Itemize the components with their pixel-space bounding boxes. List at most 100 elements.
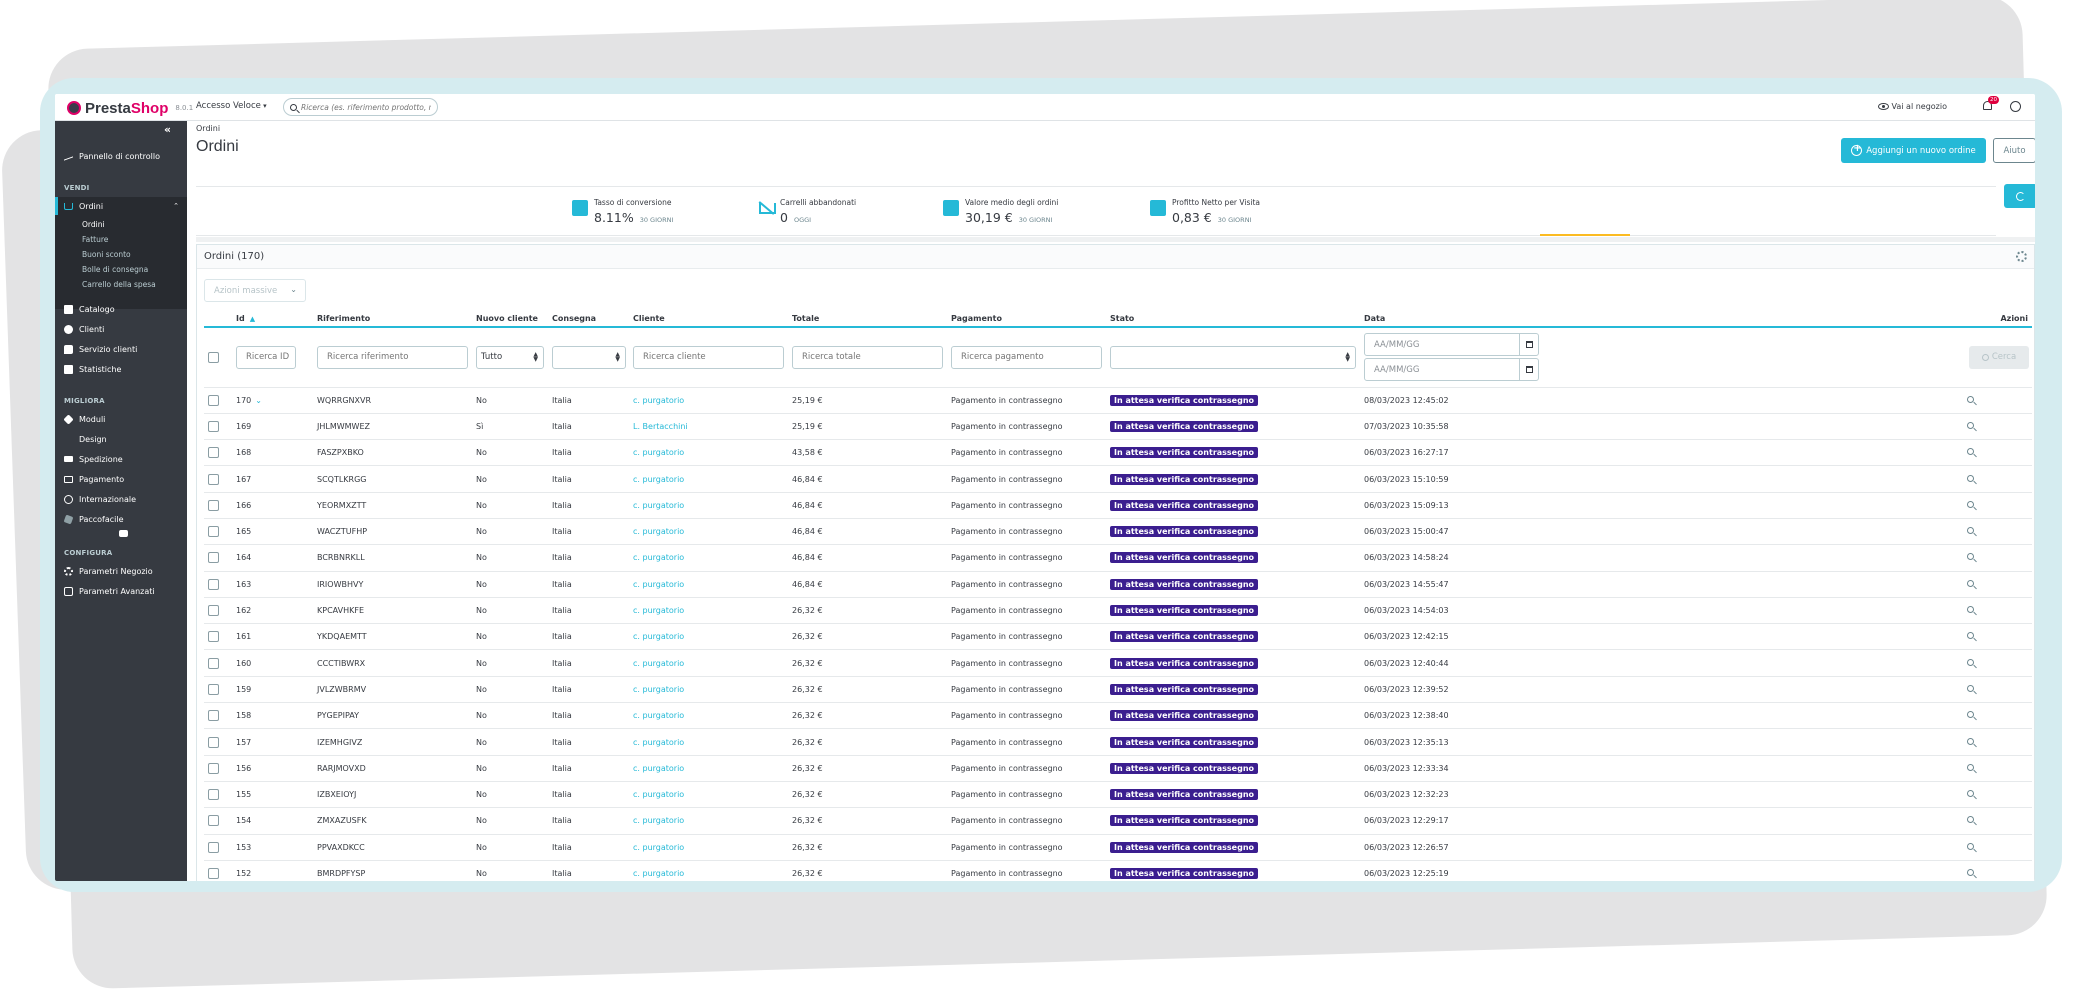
- column-customer[interactable]: Cliente: [631, 311, 790, 328]
- row-checkbox[interactable]: [208, 605, 219, 617]
- sidebar-item-stats[interactable]: Statistiche: [55, 360, 187, 378]
- sidebar-item-payment[interactable]: Pagamento: [55, 470, 187, 488]
- status-badge[interactable]: In attesa verifica contrassegno: [1110, 683, 1259, 695]
- status-badge[interactable]: In attesa verifica contrassegno: [1110, 499, 1259, 511]
- view-order-icon[interactable]: [1967, 658, 1974, 666]
- table-row[interactable]: 160 CCCTIBWRX No Italia c. purgatorio 26,32 €…: [204, 649, 2032, 677]
- table-row[interactable]: 164 BCRBNRKLL No Italia c. purgatorio 46,84 €…: [204, 544, 2032, 572]
- view-order-icon[interactable]: [1967, 474, 1974, 482]
- status-badge[interactable]: In attesa verifica contrassegno: [1110, 473, 1259, 485]
- view-order-icon[interactable]: [1967, 579, 1974, 587]
- sidebar-subitem-invoices[interactable]: Fatture: [82, 235, 108, 244]
- view-order-icon[interactable]: [1967, 606, 1974, 614]
- header-search[interactable]: [283, 98, 438, 116]
- status-badge[interactable]: In attesa verifica contrassegno: [1110, 657, 1259, 669]
- sidebar-item-catalog[interactable]: Catalogo: [55, 300, 187, 318]
- bulk-actions-button[interactable]: Azioni massive ⌄: [204, 279, 306, 302]
- table-row[interactable]: 170 ⌄ WQRRGNXVR No Italia c. purgatorio 25,19 …: [204, 387, 2032, 414]
- row-checkbox[interactable]: [208, 499, 219, 511]
- sidebar-subitem-delivery-slips[interactable]: Bolle di consegna: [82, 265, 148, 274]
- status-badge[interactable]: In attesa verifica contrassegno: [1110, 578, 1259, 590]
- status-badge[interactable]: In attesa verifica contrassegno: [1110, 762, 1259, 774]
- sidebar-item-shop-parameters[interactable]: Parametri Negozio: [55, 562, 187, 580]
- table-row[interactable]: 159 JVLZWBRMV No Italia c. purgatorio 26,32 €…: [204, 676, 2032, 704]
- column-new-client[interactable]: Nuovo cliente: [474, 311, 550, 328]
- table-row[interactable]: 154 ZMXAZUSFK No Italia c. purgatorio 26,32 €…: [204, 807, 2032, 835]
- customer-link[interactable]: c. purgatorio: [633, 659, 684, 668]
- customer-link[interactable]: c. purgatorio: [633, 790, 684, 799]
- status-badge[interactable]: In attesa verifica contrassegno: [1110, 552, 1259, 564]
- customer-link[interactable]: c. purgatorio: [633, 501, 684, 510]
- sidebar-item-design[interactable]: Design: [55, 430, 187, 537]
- add-new-order-button[interactable]: Aggiungi un nuovo ordine: [1841, 138, 1986, 163]
- table-row[interactable]: 165 WACZTUFHP No Italia c. purgatorio 46,84 €…: [204, 518, 2032, 546]
- view-order-icon[interactable]: [1967, 842, 1974, 850]
- column-reference[interactable]: Riferimento: [315, 311, 474, 328]
- row-checkbox[interactable]: [208, 394, 219, 406]
- sidebar-subitem-orders[interactable]: Ordini: [82, 220, 105, 229]
- row-checkbox[interactable]: [208, 762, 219, 774]
- row-checkbox[interactable]: [208, 683, 219, 695]
- status-badge[interactable]: In attesa verifica contrassegno: [1110, 867, 1259, 879]
- sidebar-subitem-carts[interactable]: Carrello della spesa: [82, 280, 156, 289]
- customer-link[interactable]: L. Bertacchini: [633, 422, 688, 431]
- view-order-icon[interactable]: [1967, 816, 1974, 824]
- chevron-down-icon[interactable]: ⌄: [255, 396, 262, 405]
- customer-link[interactable]: c. purgatorio: [633, 606, 684, 615]
- row-checkbox[interactable]: [208, 473, 219, 485]
- view-order-icon[interactable]: [1967, 395, 1974, 403]
- row-checkbox[interactable]: [208, 552, 219, 564]
- row-checkbox[interactable]: [208, 789, 219, 801]
- table-row[interactable]: 153 PPVAXDKCC No Italia c. purgatorio 26,32 €…: [204, 834, 2032, 861]
- view-order-icon[interactable]: [1967, 790, 1974, 798]
- row-checkbox[interactable]: [208, 578, 219, 590]
- header-search-input[interactable]: [301, 102, 431, 112]
- status-badge[interactable]: In attesa verifica contrassegno: [1110, 841, 1259, 853]
- table-row[interactable]: 157 IZEMHGIVZ No Italia c. purgatorio 26,32 €…: [204, 728, 2032, 756]
- sidebar-item-orders[interactable]: Ordini ⌃: [55, 197, 187, 215]
- row-checkbox[interactable]: [208, 526, 219, 538]
- customer-link[interactable]: c. purgatorio: [633, 475, 684, 484]
- sort-asc-icon[interactable]: ▲: [250, 315, 255, 323]
- column-status[interactable]: Stato: [1108, 311, 1362, 328]
- status-badge[interactable]: In attesa verifica contrassegno: [1110, 631, 1259, 643]
- filter-new-client-select[interactable]: Tutto ▲ ▼: [476, 345, 544, 369]
- filter-total-input[interactable]: [792, 345, 943, 369]
- sidebar-item-modules[interactable]: Moduli: [55, 410, 187, 428]
- row-checkbox[interactable]: [208, 841, 219, 853]
- view-shop-link[interactable]: Vai al negozio: [1877, 102, 1947, 111]
- view-order-icon[interactable]: [1967, 448, 1974, 456]
- row-checkbox[interactable]: [208, 447, 219, 459]
- table-row[interactable]: 158 PYGEPIPAY No Italia c. purgatorio 26,32 €…: [204, 702, 2032, 730]
- customer-link[interactable]: c. purgatorio: [633, 764, 684, 773]
- status-badge[interactable]: In attesa verifica contrassegno: [1110, 420, 1259, 432]
- calendar-button[interactable]: [1519, 334, 1538, 356]
- sidebar-item-customer-service[interactable]: Servizio clienti: [55, 340, 187, 358]
- table-row[interactable]: 152 BMRDPFYSP No Italia c. purgatorio 26,32 €…: [204, 860, 2032, 881]
- row-checkbox[interactable]: [208, 631, 219, 643]
- status-badge[interactable]: In attesa verifica contrassegno: [1110, 815, 1259, 827]
- row-checkbox[interactable]: [208, 736, 219, 748]
- customer-link[interactable]: c. purgatorio: [633, 632, 684, 641]
- view-order-icon[interactable]: [1967, 763, 1974, 771]
- view-order-icon[interactable]: [1967, 527, 1974, 535]
- status-badge[interactable]: In attesa verifica contrassegno: [1110, 710, 1259, 722]
- customer-link[interactable]: c. purgatorio: [633, 685, 684, 694]
- customer-link[interactable]: c. purgatorio: [633, 580, 684, 589]
- customer-link[interactable]: c. purgatorio: [633, 396, 684, 405]
- row-checkbox[interactable]: [208, 420, 219, 432]
- column-payment[interactable]: Pagamento: [949, 311, 1108, 328]
- customer-link[interactable]: c. purgatorio: [633, 843, 684, 852]
- breadcrumb[interactable]: Ordini: [196, 124, 220, 133]
- table-row[interactable]: 163 IRIOWBHVY No Italia c. purgatorio 46,84 €…: [204, 571, 2032, 598]
- calendar-button[interactable]: [1519, 359, 1538, 381]
- status-badge[interactable]: In attesa verifica contrassegno: [1110, 394, 1259, 406]
- customer-link[interactable]: c. purgatorio: [633, 816, 684, 825]
- customer-link[interactable]: c. purgatorio: [633, 448, 684, 457]
- status-badge[interactable]: In attesa verifica contrassegno: [1110, 605, 1259, 617]
- view-order-icon[interactable]: [1967, 737, 1974, 745]
- column-id[interactable]: Id ▲: [234, 311, 315, 328]
- table-row[interactable]: 155 IZBXEIOYJ No Italia c. purgatorio 26,32 €…: [204, 781, 2032, 809]
- sidebar-item-dashboard[interactable]: Pannello di controllo: [55, 147, 187, 165]
- filter-payment-input[interactable]: [951, 345, 1102, 369]
